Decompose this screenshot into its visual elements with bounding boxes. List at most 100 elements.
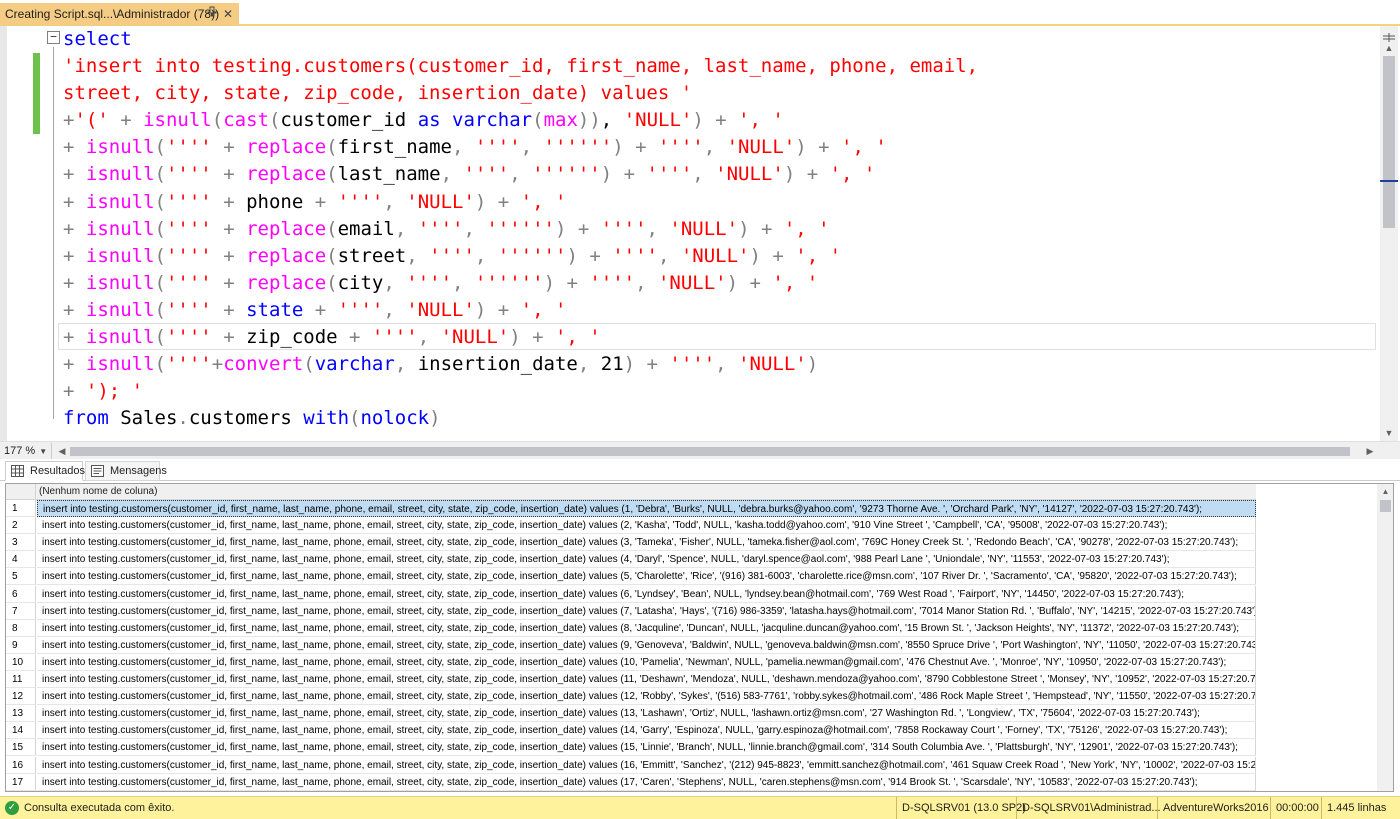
column-header[interactable]: (Nenhum nome de coluna) <box>39 484 157 499</box>
row-number[interactable]: 5 <box>6 568 36 586</box>
horizontal-scroll-thumb[interactable] <box>70 447 1350 456</box>
row-number[interactable]: 8 <box>6 619 36 637</box>
table-cell[interactable]: insert into testing.customers(customer_i… <box>37 534 1256 552</box>
code-token: , <box>657 244 681 267</box>
row-number[interactable]: 12 <box>6 688 36 706</box>
row-number[interactable]: 10 <box>6 653 36 671</box>
tab-messages[interactable]: Mensagens <box>85 461 167 481</box>
collapse-icon[interactable]: − <box>47 31 60 44</box>
code-token: + <box>337 326 372 349</box>
close-icon[interactable]: ✕ <box>221 3 235 26</box>
code-token: 21 <box>600 353 624 376</box>
code-line[interactable]: select <box>63 26 978 53</box>
row-number-header[interactable] <box>6 484 36 500</box>
table-row[interactable]: 17 insert into testing.customers(customer… <box>6 773 1256 791</box>
code-line[interactable]: + isnull('''' + phone + '''', 'NULL') + … <box>63 189 978 216</box>
table-row[interactable]: 8 insert into testing.customers(customer_… <box>6 619 1256 637</box>
code-line[interactable]: +'(' + isnull(cast(customer_id as varcha… <box>63 107 978 134</box>
table-row[interactable]: 5 insert into testing.customers(customer_… <box>6 568 1256 586</box>
code-line[interactable]: + '); ' <box>63 378 978 405</box>
code-line[interactable]: 'insert into testing.customers(customer_… <box>63 53 978 80</box>
scroll-left-icon[interactable]: ◀ <box>54 443 70 459</box>
table-row[interactable]: 11 insert into testing.customers(customer… <box>6 671 1256 689</box>
row-number[interactable]: 4 <box>6 551 36 569</box>
code-line[interactable]: from Sales.customers with(nolock) <box>63 405 978 432</box>
code-line[interactable]: + isnull(''''+convert(varchar, insertion… <box>63 351 978 378</box>
scroll-thumb[interactable] <box>1380 500 1391 512</box>
code-line[interactable]: + isnull('''' + state + '''', 'NULL') + … <box>63 297 978 324</box>
query-editor[interactable]: − select 'insert into testing.customers(c… <box>0 26 1400 441</box>
row-number[interactable]: 16 <box>6 756 36 774</box>
editor-vertical-scrollbar[interactable]: ▲ ▼ <box>1380 26 1398 441</box>
table-cell[interactable]: insert into testing.customers(customer_i… <box>37 500 1256 518</box>
table-cell[interactable]: insert into testing.customers(customer_i… <box>37 705 1256 723</box>
table-cell[interactable]: insert into testing.customers(customer_i… <box>37 602 1256 620</box>
table-cell[interactable]: insert into testing.customers(customer_i… <box>37 517 1256 535</box>
table-cell[interactable]: insert into testing.customers(customer_i… <box>37 773 1256 791</box>
table-row[interactable]: 14 insert into testing.customers(customer… <box>6 722 1256 740</box>
code-token: ) + <box>555 217 601 240</box>
table-cell[interactable]: insert into testing.customers(customer_i… <box>37 585 1256 603</box>
code-line[interactable]: + isnull('''' + replace(first_name, ''''… <box>63 134 978 161</box>
code-line[interactable]: + isnull('''' + replace(city, '''', ''''… <box>63 270 978 297</box>
code-lines[interactable]: select 'insert into testing.customers(cus… <box>63 26 978 432</box>
tab-results[interactable]: Resultados <box>5 461 85 481</box>
table-cell[interactable]: insert into testing.customers(customer_i… <box>37 722 1256 740</box>
table-cell[interactable]: insert into testing.customers(customer_i… <box>37 671 1256 689</box>
table-row[interactable]: 15 insert into testing.customers(customer… <box>6 739 1256 757</box>
table-cell[interactable]: insert into testing.customers(customer_i… <box>37 739 1256 757</box>
table-row[interactable]: 6 insert into testing.customers(customer_… <box>6 585 1256 603</box>
row-number[interactable]: 2 <box>6 517 36 535</box>
table-row[interactable]: 10 insert into testing.customers(customer… <box>6 653 1256 671</box>
code-line[interactable]: street, city, state, zip_code, insertion… <box>63 80 978 107</box>
editor-bottom-bar: 177 % ▼ ◀ ▶ <box>0 441 1400 459</box>
status-message: Consulta executada com êxito. <box>24 802 175 814</box>
table-cell[interactable]: insert into testing.customers(customer_i… <box>37 688 1256 706</box>
zoom-dropdown[interactable]: 177 % ▼ <box>2 443 52 459</box>
table-row[interactable]: 13 insert into testing.customers(customer… <box>6 705 1256 723</box>
row-number[interactable]: 15 <box>6 739 36 757</box>
document-tab[interactable]: Creating Script.sql...\Administrador (78… <box>0 3 239 26</box>
row-number[interactable]: 6 <box>6 585 36 603</box>
code-line[interactable]: + isnull('''' + replace(last_name, '''',… <box>63 161 978 188</box>
table-row[interactable]: 9 insert into testing.customers(customer_… <box>6 636 1256 654</box>
row-number[interactable]: 1 <box>6 500 36 518</box>
table-cell[interactable]: insert into testing.customers(customer_i… <box>37 756 1256 774</box>
table-row[interactable]: 1 insert into testing.customers(customer_… <box>6 500 1256 518</box>
row-number[interactable]: 7 <box>6 602 36 620</box>
code-line[interactable]: + isnull('''' + zip_code + '''', 'NULL')… <box>63 324 978 351</box>
scroll-right-icon[interactable]: ▶ <box>1362 443 1378 459</box>
code-token: + <box>108 109 144 132</box>
table-row[interactable]: 12 insert into testing.customers(customer… <box>6 688 1256 706</box>
row-number[interactable]: 11 <box>6 671 36 689</box>
table-row[interactable]: 3 insert into testing.customers(customer_… <box>6 534 1256 552</box>
table-cell[interactable]: insert into testing.customers(customer_i… <box>37 636 1256 654</box>
code-token: ) + <box>474 190 521 213</box>
table-row[interactable]: 2 insert into testing.customers(customer_… <box>6 517 1256 535</box>
table-cell[interactable]: insert into testing.customers(customer_i… <box>37 653 1256 671</box>
table-cell[interactable]: insert into testing.customers(customer_i… <box>37 619 1256 637</box>
table-cell[interactable]: insert into testing.customers(customer_i… <box>37 551 1256 569</box>
row-number[interactable]: 17 <box>6 773 36 791</box>
code-token: ) + <box>474 298 521 321</box>
pin-icon[interactable] <box>205 3 219 26</box>
table-row[interactable]: 16 insert into testing.customers(customer… <box>6 756 1256 774</box>
results-grid[interactable]: (Nenhum nome de coluna) 1 insert into tes… <box>5 483 1394 792</box>
code-token: + <box>211 353 224 376</box>
table-row[interactable]: 7 insert into testing.customers(customer_… <box>6 602 1256 620</box>
table-row[interactable]: 4 insert into testing.customers(customer_… <box>6 551 1256 569</box>
scroll-up-icon[interactable]: ▲ <box>1380 40 1398 56</box>
row-number[interactable]: 9 <box>6 636 36 654</box>
code-token: + <box>63 163 86 186</box>
code-line[interactable]: + isnull('''' + replace(street, '''', ''… <box>63 243 978 270</box>
scroll-thumb[interactable] <box>1383 56 1395 228</box>
splitter-icon[interactable] <box>1382 30 1396 42</box>
table-cell[interactable]: insert into testing.customers(customer_i… <box>37 568 1256 586</box>
row-number[interactable]: 14 <box>6 722 36 740</box>
row-number[interactable]: 3 <box>6 534 36 552</box>
scroll-up-icon[interactable]: ▲ <box>1377 484 1393 499</box>
grid-vertical-scrollbar[interactable]: ▲ <box>1377 484 1393 791</box>
row-number[interactable]: 13 <box>6 705 36 723</box>
code-line[interactable]: + isnull('''' + replace(email, '''', '''… <box>63 216 978 243</box>
scroll-down-icon[interactable]: ▼ <box>1380 425 1398 441</box>
